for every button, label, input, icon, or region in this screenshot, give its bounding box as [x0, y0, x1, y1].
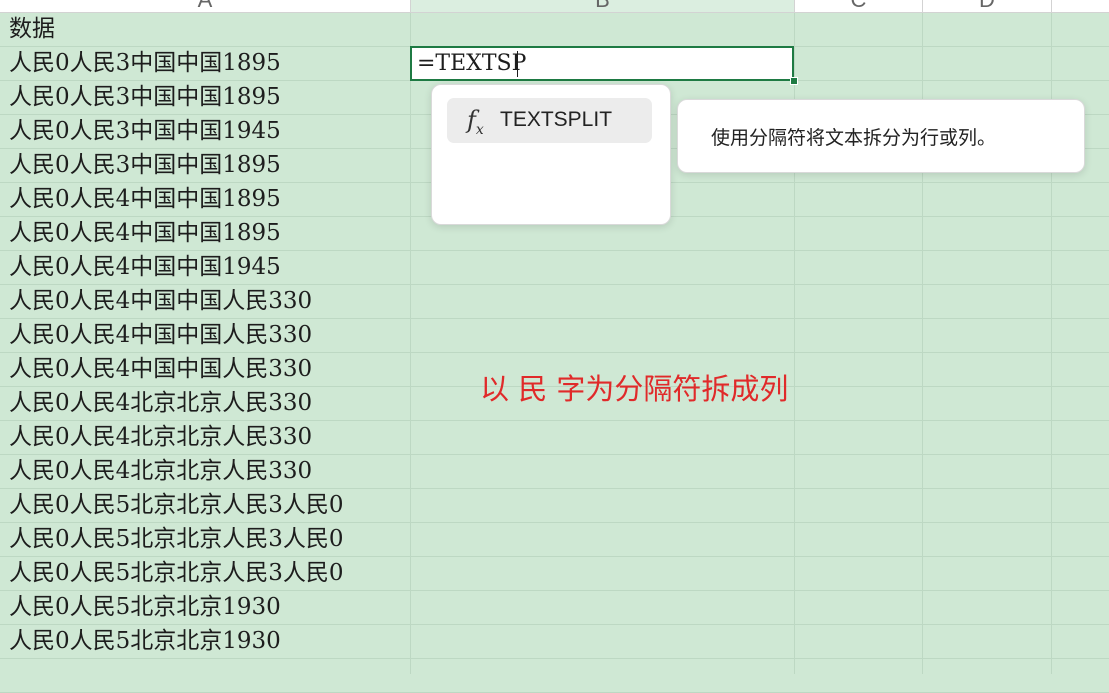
text-caret — [517, 51, 518, 77]
active-cell-b2[interactable]: =TEXTSP — [410, 46, 794, 81]
cell-a15[interactable]: 人民0人民5北京北京人民3人民0 — [0, 489, 410, 522]
table-row: 人民0人民4北京北京人民330 — [0, 421, 1109, 455]
autocomplete-item-textsplit[interactable]: fx TEXTSPLIT — [447, 98, 652, 143]
table-row: 人民0人民4中国中国1945 — [0, 251, 1109, 285]
cell-a7[interactable]: 人民0人民4中国中国1895 — [0, 217, 410, 250]
cell-a3[interactable]: 人民0人民3中国中国1895 — [0, 81, 410, 114]
function-fx-icon: fx — [467, 106, 484, 138]
cell-a8[interactable]: 人民0人民4中国中国1945 — [0, 251, 410, 284]
table-row: 人民0人民4中国中国人民330 — [0, 285, 1109, 319]
cell-a4[interactable]: 人民0人民3中国中国1945 — [0, 115, 410, 148]
function-autocomplete-list: fx TEXTSPLIT — [431, 84, 671, 225]
table-row: 人民0人民5北京北京人民3人民0 — [0, 523, 1109, 557]
cell-a11[interactable]: 人民0人民4中国中国人民330 — [0, 353, 410, 386]
cell-a20[interactable] — [0, 659, 410, 692]
cell-a18[interactable]: 人民0人民5北京北京1930 — [0, 591, 410, 624]
cell-a9[interactable]: 人民0人民4中国中国人民330 — [0, 285, 410, 318]
column-header-c[interactable]: C — [795, 0, 922, 12]
cell-a16[interactable]: 人民0人民5北京北京人民3人民0 — [0, 523, 410, 556]
table-row: 人民0人民5北京北京1930 — [0, 625, 1109, 659]
table-row: 人民0人民4中国中国人民330 — [0, 319, 1109, 353]
cell-a13[interactable]: 人民0人民4北京北京人民330 — [0, 421, 410, 454]
tooltip-text: 使用分隔符将文本拆分为行或列。 — [711, 127, 997, 149]
cell-a10[interactable]: 人民0人民4中国中国人民330 — [0, 319, 410, 352]
cell-a1[interactable]: 数据 — [0, 13, 410, 46]
column-header-b[interactable]: B — [411, 0, 794, 12]
table-row: 人民0人民5北京北京1930 — [0, 591, 1109, 625]
cell-a19[interactable]: 人民0人民5北京北京1930 — [0, 625, 410, 658]
cell-a5[interactable]: 人民0人民3中国中国1895 — [0, 149, 410, 182]
table-row — [0, 659, 1109, 693]
fill-handle[interactable] — [790, 77, 798, 85]
cell-a14[interactable]: 人民0人民4北京北京人民330 — [0, 455, 410, 488]
table-row: 人民0人民4北京北京人民330 — [0, 455, 1109, 489]
cell-a6[interactable]: 人民0人民4中国中国1895 — [0, 183, 410, 216]
function-name: TEXTSPLIT — [500, 108, 613, 131]
formula-input[interactable]: =TEXTSP — [417, 50, 526, 78]
cell-a2[interactable]: 人民0人民3中国中国1895 — [0, 47, 410, 80]
column-header-a[interactable]: A — [0, 0, 410, 12]
column-header-bar: A B C D — [0, 0, 1109, 13]
red-annotation-text: 以 民 字为分隔符拆成列 — [480, 372, 789, 406]
table-row: 人民0人民5北京北京人民3人民0 — [0, 489, 1109, 523]
cell-a12[interactable]: 人民0人民4北京北京人民330 — [0, 387, 410, 420]
column-header-d[interactable]: D — [923, 0, 1051, 12]
table-row: 数据 — [0, 13, 1109, 47]
function-description-tooltip: 使用分隔符将文本拆分为行或列。 — [677, 99, 1085, 173]
cell-a17[interactable]: 人民0人民5北京北京人民3人民0 — [0, 557, 410, 590]
table-row: 人民0人民5北京北京人民3人民0 — [0, 557, 1109, 591]
